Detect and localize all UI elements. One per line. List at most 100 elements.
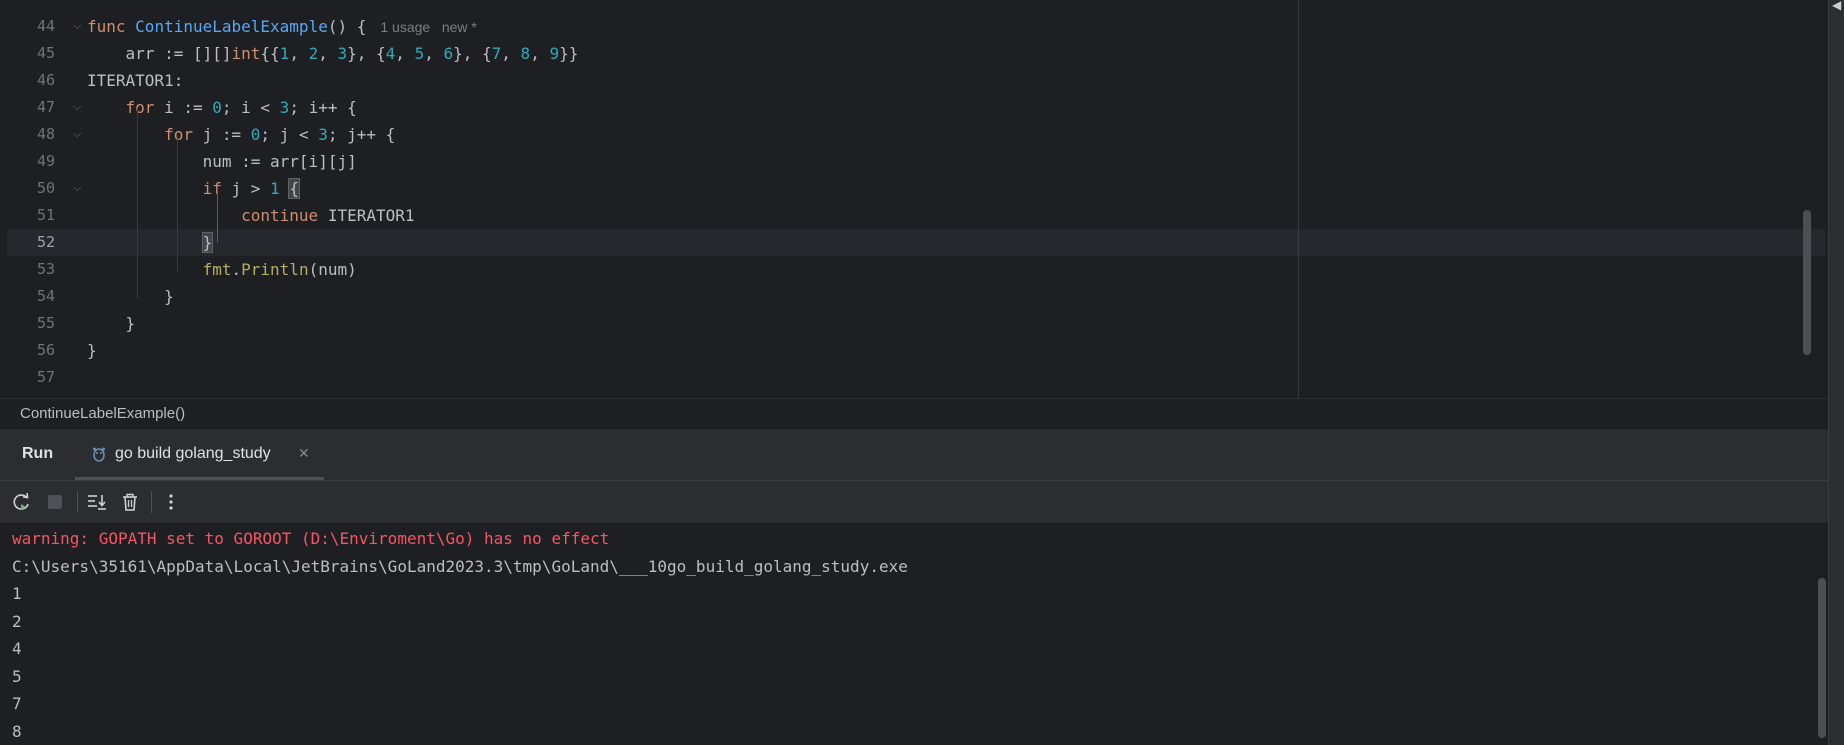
code-token: }, { (453, 44, 492, 63)
code-token: {{ (260, 44, 280, 63)
close-icon[interactable]: ✕ (298, 445, 310, 462)
code-token: 5 (414, 44, 425, 63)
line-number: 54 (36, 287, 55, 305)
code-editor[interactable]: 4 3 44 ⌵ func ContinueLabelExample() { 1 usa… (7, 0, 1825, 398)
code-token: 3 (337, 44, 348, 63)
toolbar-divider (151, 491, 152, 513)
code-token: if (202, 179, 222, 198)
collapse-icon[interactable]: ◀ (1832, 0, 1841, 12)
fold-chevron-icon[interactable]: ⌵ (73, 94, 81, 121)
editor-left-edge (0, 0, 7, 398)
console-output-line: 5 (12, 666, 22, 686)
editor-scrollbar-thumb[interactable] (1803, 210, 1811, 355)
code-token: (num) (308, 260, 357, 279)
code-token: 0 (212, 98, 222, 117)
code-line[interactable]: 53 fmt.Println(num) (7, 256, 1825, 283)
code-token: int (231, 44, 261, 63)
console-scrollbar-thumb[interactable] (1818, 578, 1826, 738)
tab-label: go build golang_study (115, 445, 271, 462)
indent-guide-active (217, 189, 218, 243)
code-token: Println (241, 260, 309, 279)
code-token: ITERATOR1 (318, 206, 415, 225)
line-number: 56 (36, 341, 55, 359)
code-token: num := arr[i][j] (87, 152, 357, 171)
toolbar-divider (77, 491, 78, 513)
console-output-line: 7 (12, 694, 22, 713)
line-number: 46 (36, 71, 55, 89)
indent-guide (137, 108, 138, 298)
code-token: ContinueLabelExample (135, 17, 328, 36)
code-line[interactable]: 47 ⌵ for i := 0; i < 3; i++ { (7, 94, 1825, 121)
code-line[interactable]: 55 } (7, 310, 1825, 337)
fold-chevron-icon[interactable]: ⌵ (73, 121, 81, 148)
code-token: 7 (491, 44, 502, 63)
line-number: 55 (36, 314, 55, 332)
code-line[interactable]: 57 (7, 364, 1825, 391)
code-line[interactable]: 49 num := arr[i][j] (7, 148, 1825, 175)
code-token: , (318, 44, 338, 63)
code-token: 4 (385, 44, 396, 63)
code-line[interactable]: 56} (7, 337, 1825, 364)
code-token: , (289, 44, 309, 63)
breadcrumb-item[interactable]: ContinueLabelExample() (20, 405, 185, 422)
code-line[interactable]: 48 ⌵ for j := 0; j < 3; j++ { (7, 121, 1825, 148)
line-number: 52 (36, 233, 55, 251)
code-token: 6 (443, 44, 454, 63)
code-line[interactable]: 54 } (7, 283, 1825, 310)
code-token: } (201, 232, 214, 253)
code-line[interactable]: 51 continue ITERATOR1 (7, 202, 1825, 229)
console-output-line: 2 (12, 611, 22, 631)
code-text: } (87, 310, 136, 337)
scroll-to-end-icon[interactable] (84, 489, 110, 515)
line-number: 50 (36, 179, 55, 197)
code-token: 3 (279, 98, 290, 117)
code-token: } (87, 287, 174, 306)
code-text: } (87, 337, 97, 364)
code-token: 9 (549, 44, 560, 63)
code-token: 1 (270, 179, 280, 198)
code-token: }} (559, 44, 579, 63)
code-token: } (87, 341, 97, 360)
breadcrumb[interactable]: ContinueLabelExample() (0, 398, 1828, 429)
right-margin-guide (1298, 0, 1299, 398)
code-token: 8 (520, 44, 531, 63)
rerun-icon[interactable] (9, 489, 35, 515)
line-number: 47 (36, 98, 55, 116)
line-number: 44 (36, 17, 55, 35)
code-token: 0 (250, 125, 261, 144)
tab-go-build[interactable]: go build golang_study ✕ (75, 429, 324, 480)
code-token: }, { (347, 44, 386, 63)
code-token: 3 (318, 125, 328, 144)
code-token: , (530, 44, 550, 63)
console-output[interactable]: warning: GOPATH set to GOROOT (D:\Enviro… (0, 523, 1828, 745)
fold-chevron-icon[interactable]: ⌵ (73, 13, 81, 40)
stop-icon[interactable] (42, 489, 68, 515)
line-number: 45 (36, 44, 55, 62)
code-text: } (87, 283, 174, 310)
code-token: ; i++ { (289, 98, 357, 117)
code-token: 1 (279, 44, 290, 63)
usage-hint[interactable]: 1 usage new * (380, 19, 477, 35)
go-gopher-icon (92, 446, 106, 465)
fold-chevron-icon[interactable]: ⌵ (73, 175, 81, 202)
console-output-line: 4 (12, 639, 22, 658)
more-options-icon[interactable] (158, 489, 184, 515)
code-token: for (164, 125, 193, 144)
clear-all-icon[interactable] (117, 489, 143, 515)
line-number: 53 (36, 260, 55, 278)
code-line[interactable]: 50 ⌵ if j > 1 { (7, 175, 1825, 202)
code-line[interactable]: 46 ITERATOR1: (7, 67, 1825, 94)
right-tool-strip: ◀ (1828, 0, 1844, 745)
code-token: () { (327, 17, 367, 36)
code-line[interactable]: 45 arr := [][]int{{1, 2, 3}, {4, 5, 6}, … (7, 40, 1825, 67)
code-token: for (125, 98, 155, 117)
code-line[interactable]: 44 ⌵ func ContinueLabelExample() { 1 usage … (7, 13, 1825, 40)
code-token: func (87, 17, 136, 36)
code-line[interactable]: 52 } (7, 229, 1825, 256)
run-panel-title[interactable]: Run (22, 445, 53, 463)
